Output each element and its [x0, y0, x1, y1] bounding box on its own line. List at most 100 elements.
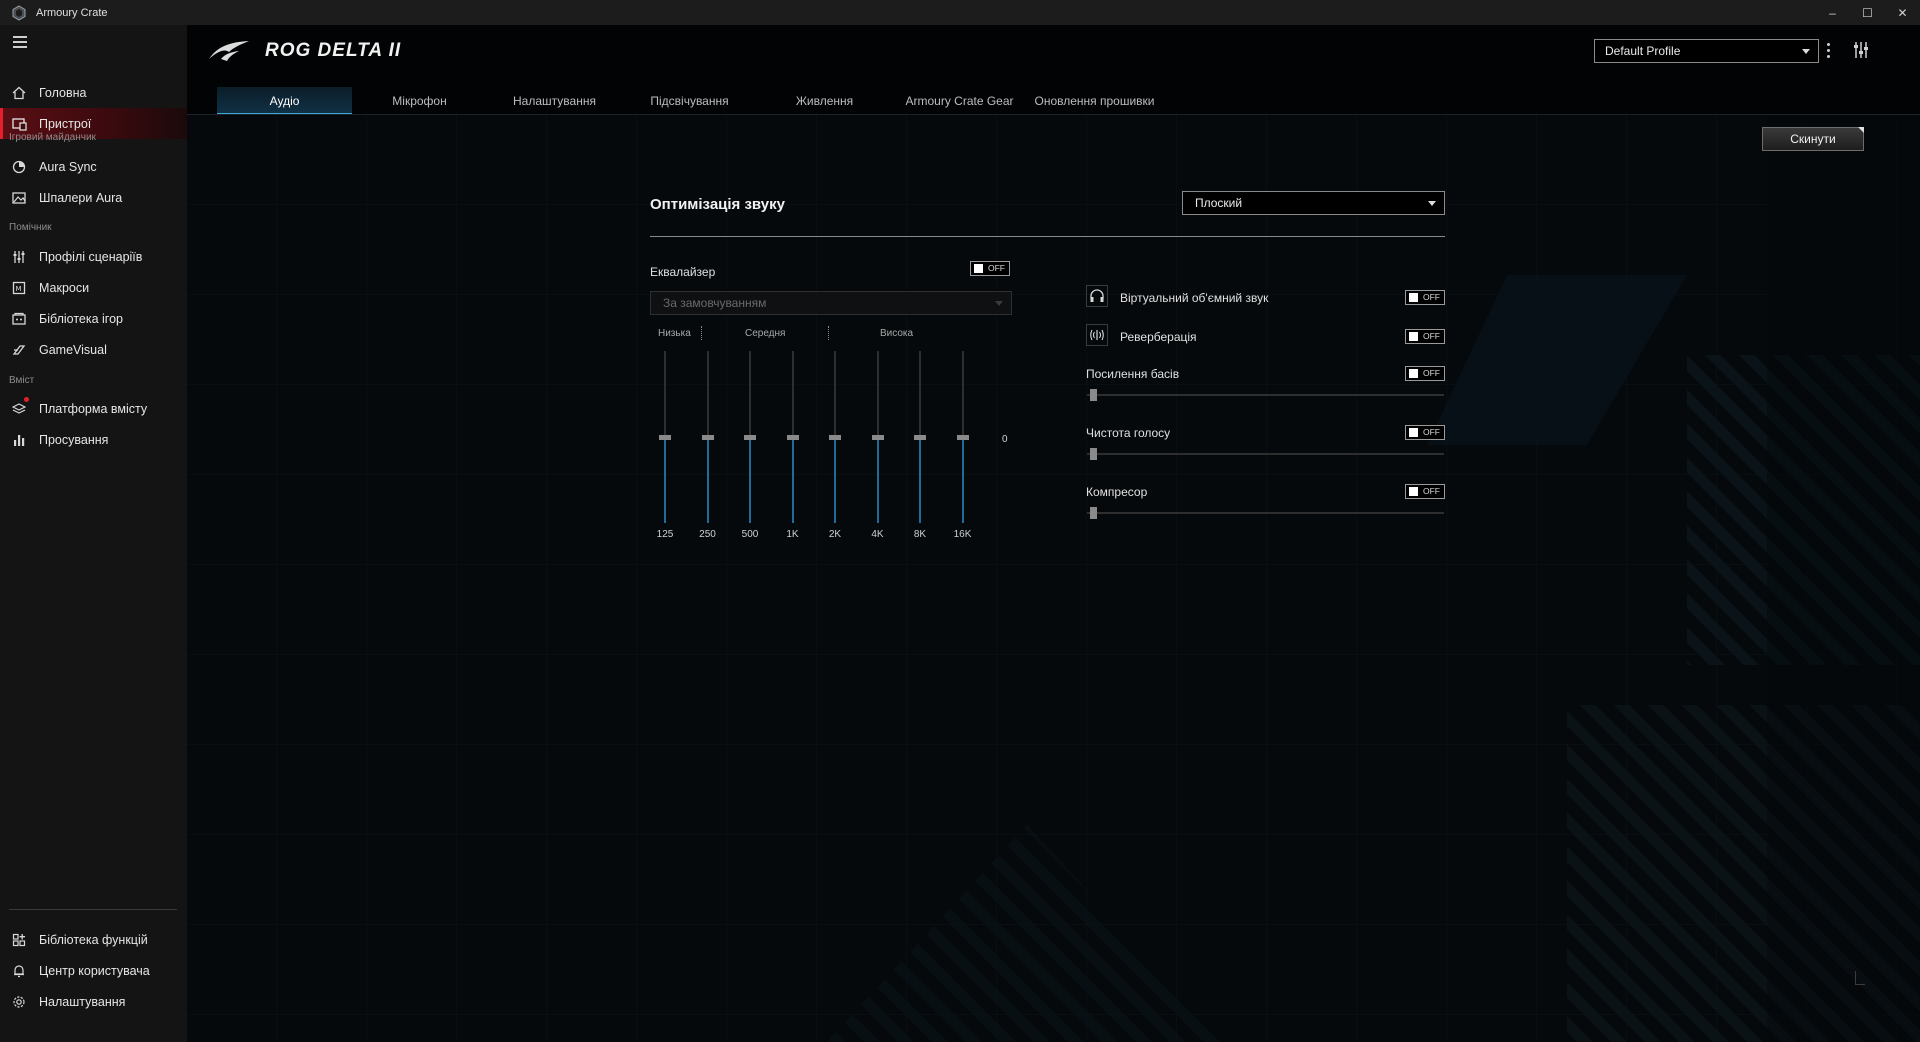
reset-button[interactable]: Скинути [1762, 127, 1864, 151]
tab-lighting[interactable]: Підсвічування [622, 87, 757, 115]
sidebar: Головна Пристрої Ігровий майданчик Aura … [0, 25, 187, 1042]
sidebar-item-game-library[interactable]: Бібліотека ігор [0, 303, 187, 334]
sidebar-item-user-center[interactable]: Центр користувача [0, 955, 187, 986]
eq-slider-2k[interactable] [827, 351, 843, 523]
hamburger-menu-icon[interactable] [13, 36, 27, 48]
reverb-icon [1086, 324, 1108, 346]
svg-text:M: M [16, 285, 22, 293]
slider-thumb[interactable] [1090, 448, 1097, 460]
sound-optimization-title: Оптимізація звуку [650, 196, 785, 213]
compressor-label: Компресор [1086, 485, 1148, 499]
minimize-button[interactable]: – [1815, 0, 1850, 25]
eq-slider-125[interactable] [657, 351, 673, 523]
close-button[interactable]: ✕ [1885, 0, 1920, 25]
user-center-icon [11, 963, 27, 979]
sidebar-section-content: Вміст [9, 375, 35, 386]
tab-settings[interactable]: Налаштування [487, 87, 622, 115]
slider-thumb[interactable] [659, 435, 671, 440]
eq-slider-16k[interactable] [955, 351, 971, 523]
toggle-state: OFF [1423, 486, 1440, 496]
sidebar-item-label: GameVisual [39, 342, 107, 357]
voice-clarity-toggle[interactable]: OFF [1405, 425, 1445, 440]
headphones-icon [1086, 285, 1108, 307]
sidebar-item-scenario-profiles[interactable]: Профілі сценаріїв [0, 241, 187, 272]
tab-power[interactable]: Живлення [757, 87, 892, 115]
sound-preset-dropdown[interactable]: Плоский [1182, 191, 1445, 215]
eq-slider-250[interactable] [700, 351, 716, 523]
sidebar-section-helper: Помічник [9, 222, 52, 233]
more-options-icon[interactable] [1827, 43, 1831, 59]
slider-thumb[interactable] [956, 435, 969, 440]
bass-boost-toggle[interactable]: OFF [1405, 366, 1445, 381]
slider-thumb[interactable] [744, 435, 756, 440]
slider-thumb[interactable] [1090, 507, 1097, 519]
toggle-knob [1409, 369, 1418, 378]
slider-thumb[interactable] [786, 435, 799, 440]
slider-thumb[interactable] [914, 435, 926, 440]
slider-track [1087, 453, 1444, 455]
slider-fill [749, 440, 751, 523]
band-separator [828, 326, 829, 340]
armoury-crate-logo-icon [12, 4, 26, 21]
eq-frequency-label: 16K [953, 529, 972, 540]
slider-fill [791, 440, 794, 523]
equalizer-toggle[interactable]: OFF [970, 261, 1010, 276]
compressor-toggle[interactable]: OFF [1405, 484, 1445, 499]
sidebar-item-label: Бібліотека ігор [39, 311, 123, 326]
eq-slider-500[interactable] [742, 351, 758, 523]
sound-preset-value: Плоский [1195, 196, 1243, 210]
band-separator [701, 326, 702, 340]
tab-audio[interactable]: Аудіо [217, 87, 352, 115]
slider-thumb[interactable] [871, 435, 884, 440]
scenario-profiles-icon [11, 249, 27, 265]
sidebar-item-home[interactable]: Головна [0, 77, 187, 108]
tab-firmware-update[interactable]: Оновлення прошивки [1027, 87, 1162, 115]
virtual-surround-toggle[interactable]: OFF [1405, 290, 1445, 305]
eq-slider-1k[interactable] [785, 351, 801, 523]
profile-dropdown[interactable]: Default Profile [1594, 39, 1819, 63]
sidebar-item-label: Просування [39, 432, 109, 447]
toggle-knob [974, 264, 983, 273]
compressor-slider[interactable] [1087, 507, 1444, 519]
maximize-button[interactable]: ☐ [1850, 0, 1885, 25]
slider-thumb[interactable] [1090, 389, 1097, 401]
equalizer-preset-dropdown[interactable]: За замовчуванням [650, 291, 1012, 315]
reverb-toggle[interactable]: OFF [1405, 329, 1445, 344]
voice-clarity-slider[interactable] [1087, 448, 1444, 460]
sidebar-item-settings[interactable]: Налаштування [0, 986, 187, 1017]
bass-boost-slider[interactable] [1087, 389, 1444, 401]
device-title: ROG DELTA II [265, 40, 402, 61]
tab-armoury-crate-gear[interactable]: Armoury Crate Gear [892, 87, 1027, 115]
bass-boost-label: Посилення басів [1086, 367, 1180, 381]
tab-microphone[interactable]: Мікрофон [352, 87, 487, 115]
main-area: ROG DELTA II Default Profile Аудіо Мікро… [187, 25, 1920, 1042]
slider-fill [961, 440, 964, 523]
eq-slider-4k[interactable] [870, 351, 886, 523]
sidebar-item-label: Платформа вмісту [39, 401, 148, 416]
slider-thumb[interactable] [829, 435, 841, 440]
slider-fill [919, 440, 921, 523]
sidebar-item-aura-wallpaper[interactable]: Шпалери Aura [0, 182, 187, 213]
sidebar-item-gamevisual[interactable]: GameVisual [0, 334, 187, 365]
eq-slider-8k[interactable] [912, 351, 928, 523]
band-low-label: Низька [658, 328, 691, 339]
sidebar-item-promotion[interactable]: Просування [0, 424, 187, 455]
band-mid-label: Середня [745, 328, 786, 339]
section-divider [650, 236, 1445, 237]
background-pattern [187, 115, 1920, 1042]
sidebar-item-aura-sync[interactable]: Aura Sync [0, 151, 187, 182]
sidebar-item-feature-library[interactable]: Бібліотека функцій [0, 924, 187, 955]
sidebar-item-label: Налаштування [39, 994, 126, 1009]
slider-fill [876, 440, 879, 523]
header-bar: ROG DELTA II Default Profile Аудіо Мікро… [187, 25, 1920, 115]
voice-clarity-label: Чистота голосу [1086, 426, 1171, 440]
slider-thumb[interactable] [701, 435, 714, 440]
feature-library-icon [11, 932, 27, 948]
macros-icon: M [11, 280, 27, 296]
toggle-knob [1409, 332, 1418, 341]
window-title: Armoury Crate [36, 6, 108, 19]
equalizer-settings-icon[interactable] [1853, 41, 1869, 59]
chevron-down-icon [995, 301, 1003, 306]
gamevisual-icon [11, 342, 27, 358]
sidebar-item-macros[interactable]: M Макроси [0, 272, 187, 303]
